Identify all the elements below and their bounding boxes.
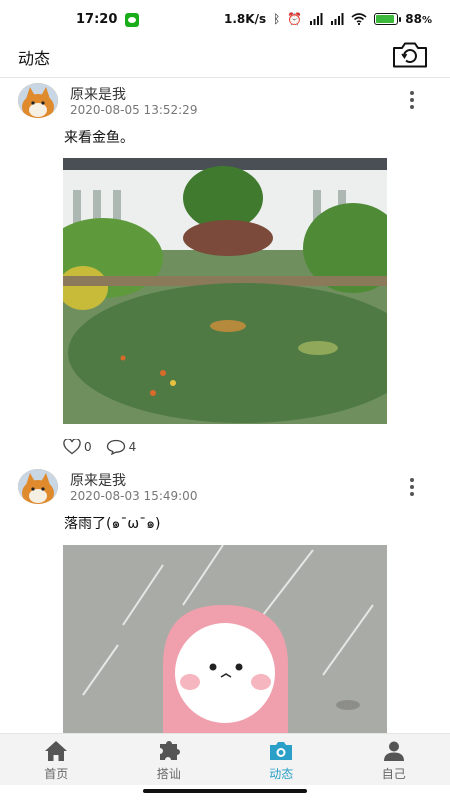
user-icon bbox=[383, 741, 404, 761]
post-username[interactable]: 原来是我 bbox=[70, 84, 126, 104]
signal-hd-icon bbox=[310, 13, 323, 25]
tab-label: 首页 bbox=[44, 767, 69, 781]
tab-chat-up[interactable]: 搭讪 bbox=[113, 734, 226, 785]
tab-moments[interactable]: 动态 bbox=[225, 734, 338, 785]
post-time: 2020-08-05 13:52:29 bbox=[70, 103, 198, 117]
like-count: 0 bbox=[84, 440, 92, 454]
camera-icon bbox=[270, 742, 293, 760]
wifi-icon bbox=[351, 13, 367, 25]
tab-home[interactable]: 首页 bbox=[0, 734, 113, 785]
tab-me[interactable]: 自己 bbox=[338, 734, 450, 785]
tab-label: 搭讪 bbox=[156, 767, 181, 781]
status-time: 17:20 bbox=[76, 12, 118, 27]
camera-icon[interactable] bbox=[392, 42, 428, 68]
app-header: 动态 bbox=[0, 40, 450, 78]
post-text: 来看金鱼。 bbox=[64, 130, 134, 146]
like-button[interactable]: 0 bbox=[63, 439, 92, 455]
feed-list: 原来是我 2020-08-05 13:52:29 来看金鱼。 0 4 原来是我 … bbox=[0, 78, 450, 733]
more-options-icon[interactable] bbox=[406, 478, 418, 496]
status-bar: 17:20 1.8K/s ᛒ ⏰ 88% bbox=[0, 0, 450, 40]
post-image[interactable] bbox=[63, 158, 387, 424]
tab-label: 动态 bbox=[269, 767, 294, 781]
post-time: 2020-08-03 15:49:00 bbox=[70, 489, 198, 503]
battery-icon bbox=[374, 13, 402, 25]
post-actions: 0 4 bbox=[63, 439, 136, 455]
bottom-tab-bar: 首页 搭讪 动态 自己 bbox=[0, 733, 450, 785]
home-icon bbox=[45, 741, 68, 761]
avatar[interactable] bbox=[18, 469, 58, 504]
post-text: 落雨了(๑¯ω¯๑) bbox=[64, 516, 161, 532]
tab-label: 自己 bbox=[381, 767, 406, 781]
comment-button[interactable]: 4 bbox=[106, 439, 137, 455]
post-image[interactable] bbox=[63, 545, 387, 733]
page-title: 动态 bbox=[18, 49, 51, 68]
alarm-icon: ⏰ bbox=[287, 12, 303, 26]
post-card: 原来是我 2020-08-05 13:52:29 来看金鱼。 0 4 bbox=[0, 78, 450, 465]
network-speed: 1.8K/s bbox=[224, 12, 267, 26]
more-options-icon[interactable] bbox=[406, 91, 418, 109]
post-card: 原来是我 2020-08-03 15:49:00 落雨了(๑¯ω¯๑) bbox=[0, 465, 450, 733]
bluetooth-icon: ᛒ bbox=[273, 12, 281, 26]
wechat-icon bbox=[125, 12, 140, 27]
avatar[interactable] bbox=[18, 83, 58, 118]
puzzle-icon bbox=[159, 741, 180, 760]
battery-fill bbox=[376, 15, 394, 23]
post-username[interactable]: 原来是我 bbox=[70, 470, 126, 490]
comment-count: 4 bbox=[128, 440, 137, 454]
battery-percent: 88% bbox=[405, 12, 432, 26]
signal-hd-icon bbox=[331, 13, 344, 25]
comment-icon bbox=[106, 439, 125, 455]
home-indicator bbox=[143, 789, 307, 793]
heart-icon bbox=[63, 439, 81, 455]
